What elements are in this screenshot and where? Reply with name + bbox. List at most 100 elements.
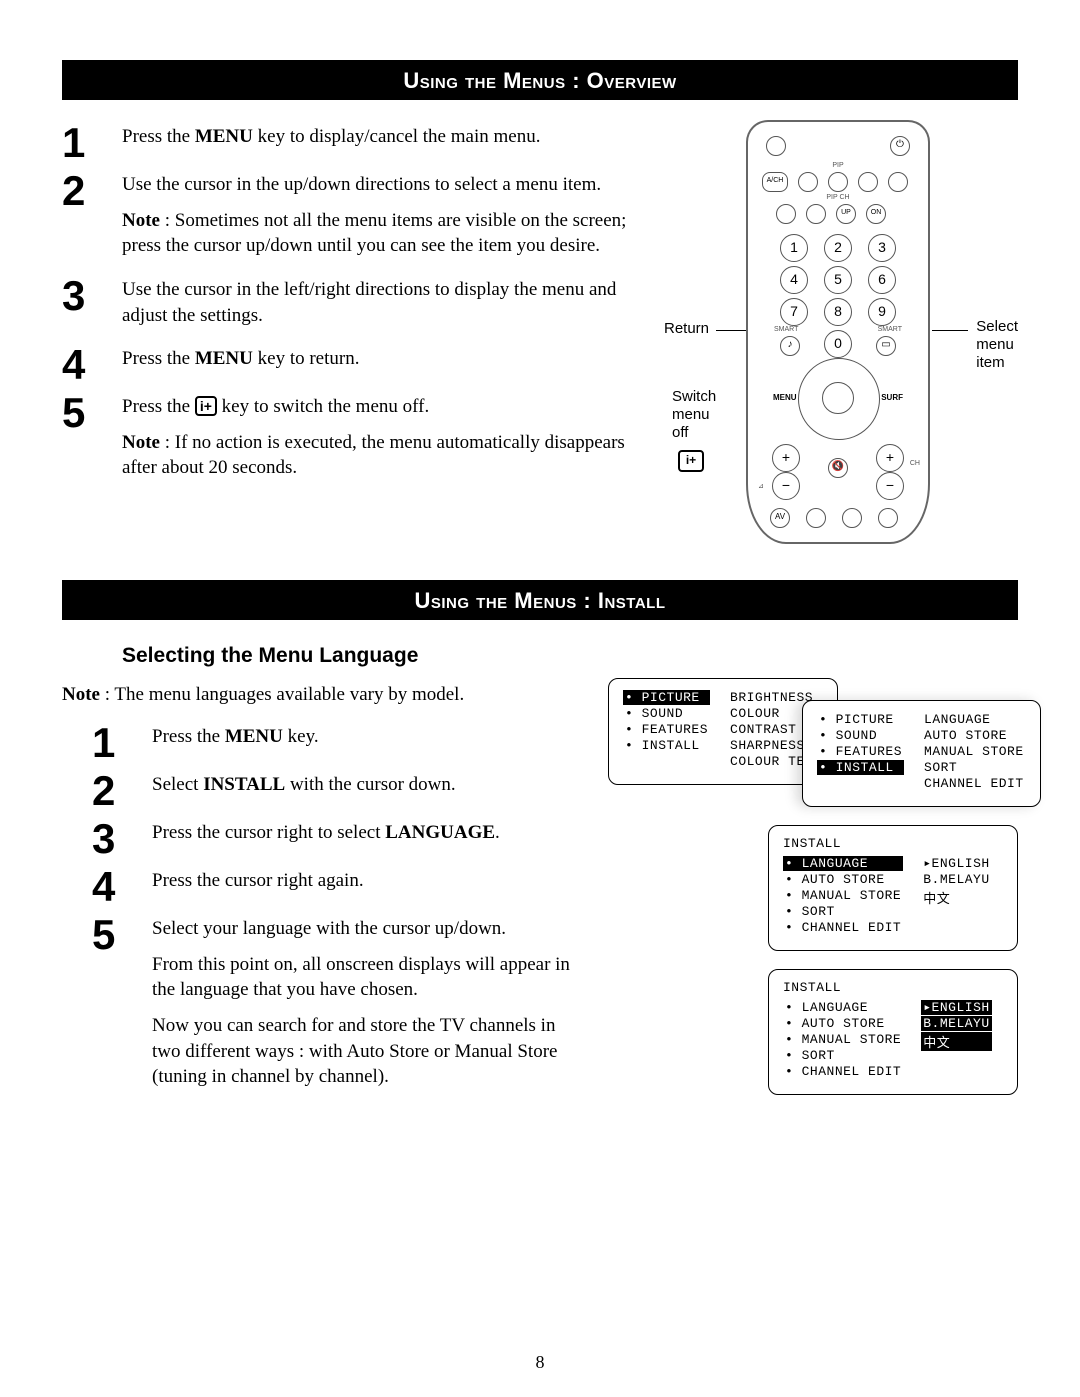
remote-diagram: Return Switch menu off i+ Select menu it… [658,120,1018,544]
digit-2: 2 [824,234,852,262]
osd-item: FEATURES [817,744,904,759]
osd-title: INSTALL [783,980,1003,995]
digit-3: 3 [868,234,896,262]
step-body: Use the cursor in the left/right directi… [122,273,638,338]
vol-up-button: + [772,444,800,472]
remote-btn-top-left [766,136,786,156]
on-button: ON [866,204,886,224]
digit-0: 0 [824,330,852,358]
section-heading-overview-text: Using the Menus : Overview [403,68,676,93]
digit-5: 5 [824,266,852,294]
osd-item: AUTO STORE [922,728,1026,743]
osd-screenshots: PICTURESOUNDFEATURESINSTALL BRIGHTNESSCO… [608,678,1018,1113]
digit-6: 6 [868,266,896,294]
osd-item: SORT [783,1048,903,1063]
install-trailing-2: Now you can search for and store the TV … [152,1013,588,1090]
step-number: 2 [62,168,122,212]
digit-4: 4 [780,266,808,294]
step-number: 1 [92,720,152,764]
ch-label: CH [910,460,920,467]
osd-item: PICTURE [623,690,710,705]
osd-item: SOUND [817,728,904,743]
osd-item: AUTO STORE [783,872,903,887]
overview-step-3: 3 Use the cursor in the left/right direc… [62,273,638,338]
step-number: 4 [92,864,152,908]
smart-left-button: ♪ [780,336,800,356]
vol-down-button: − [772,472,800,500]
osd-item: ▸ENGLISH [921,856,991,871]
osd-item: LANGUAGE [783,1000,903,1015]
osd-item: LANGUAGE [922,712,1026,727]
pip-btn-2 [828,172,848,192]
remote-label-switch-off: Switch menu off [672,388,716,442]
step-number: 1 [62,120,122,164]
sub-heading-select-language: Selecting the Menu Language [122,644,1018,668]
surf-label: SURF [881,393,903,402]
osd-item: B.MELAYU [921,872,991,887]
digit-7: 7 [780,298,808,326]
step-number: 2 [92,768,152,812]
step-body: Use the cursor in the up/down directions… [122,168,638,269]
install-steps: Note : The menu languages available vary… [62,678,608,1104]
osd-item: SORT [922,760,1026,775]
step-text: Press the MENU key. [152,724,588,750]
section-heading-install-text: Using the Menus : Install [415,588,666,613]
step-text: Select INSTALL with the cursor down. [152,772,588,798]
digit-9: 9 [868,298,896,326]
step-number: 5 [92,912,152,956]
step-body: Press the i+ key to switch the menu off.… [122,390,638,491]
ach-button: A/CH [762,172,788,192]
osd-item: 中文 [921,888,991,907]
osd-install-language-highlight: INSTALL LANGUAGEAUTO STOREMANUAL STORESO… [768,969,1018,1095]
bottom-btn-3 [842,508,862,528]
cursor-ring: MENU SURF [798,358,880,440]
osd-install-language: INSTALL LANGUAGEAUTO STOREMANUAL STORESO… [768,825,1018,951]
osd-item: FEATURES [623,722,710,737]
osd-item: SORT [783,904,903,919]
osd-item: B.MELAYU [921,1016,991,1031]
av-button: AV [770,508,790,528]
digit-8: 8 [824,298,852,326]
install-step-5: 5 Select your language with the cursor u… [92,912,588,1100]
install-step-3: 3 Press the cursor right to select LANGU… [92,816,588,860]
install-row: Note : The menu languages available vary… [62,678,1018,1113]
page-number: 8 [0,1352,1080,1373]
osd-item: INSTALL [817,760,904,775]
up-button: UP [836,204,856,224]
pipch-label: PIP CH [818,194,858,201]
overview-step-2: 2 Use the cursor in the up/down directio… [62,168,638,269]
install-trailing-1: From this point on, all onscreen display… [152,952,588,1003]
smart-left-label: SMART [774,326,798,333]
osd-item: INSTALL [623,738,710,753]
step-body: Press the MENU key to return. [122,342,638,382]
pip-btn-1 [798,172,818,192]
vol-icon: ⊿ [758,482,764,490]
osd-item: SOUND [623,706,710,721]
overview-row: 1 Press the MENU key to display/cancel t… [62,120,1018,544]
leader-line [932,330,968,331]
step-text: Press the cursor right again. [152,868,588,894]
ch-down-button: − [876,472,904,500]
ch-up-button: + [876,444,904,472]
osd-item: MANUAL STORE [783,888,903,903]
osd-right-list: LANGUAGEAUTO STOREMANUAL STORESORTCHANNE… [922,711,1026,792]
i-plus-icon: i+ [678,450,704,472]
osd-item: CHANNEL EDIT [922,776,1026,791]
osd-menu-install: PICTURESOUNDFEATURESINSTALL LANGUAGEAUTO… [802,700,1041,807]
overview-step-5: 5 Press the i+ key to switch the menu of… [62,390,638,491]
section-heading-install: Using the Menus : Install [62,580,1018,620]
step-note: Note : If no action is executed, the men… [122,430,638,481]
osd-title: INSTALL [783,836,1003,851]
step-text: Select your language with the cursor up/… [152,916,588,942]
osd-left-list: LANGUAGEAUTO STOREMANUAL STORESORTCHANNE… [783,855,903,936]
step-text: Use the cursor in the up/down directions… [122,172,638,198]
menu-label: MENU [773,393,797,402]
osd-item: 中文 [921,1032,991,1051]
osd-item: AUTO STORE [783,1016,903,1031]
osd-item: CHANNEL EDIT [783,920,903,935]
step-text: Press the i+ key to switch the menu off. [122,394,638,420]
row2-btn-1 [776,204,796,224]
osd-item: LANGUAGE [783,856,903,871]
overview-step-4: 4 Press the MENU key to return. [62,342,638,386]
osd-item: CHANNEL EDIT [783,1064,903,1079]
